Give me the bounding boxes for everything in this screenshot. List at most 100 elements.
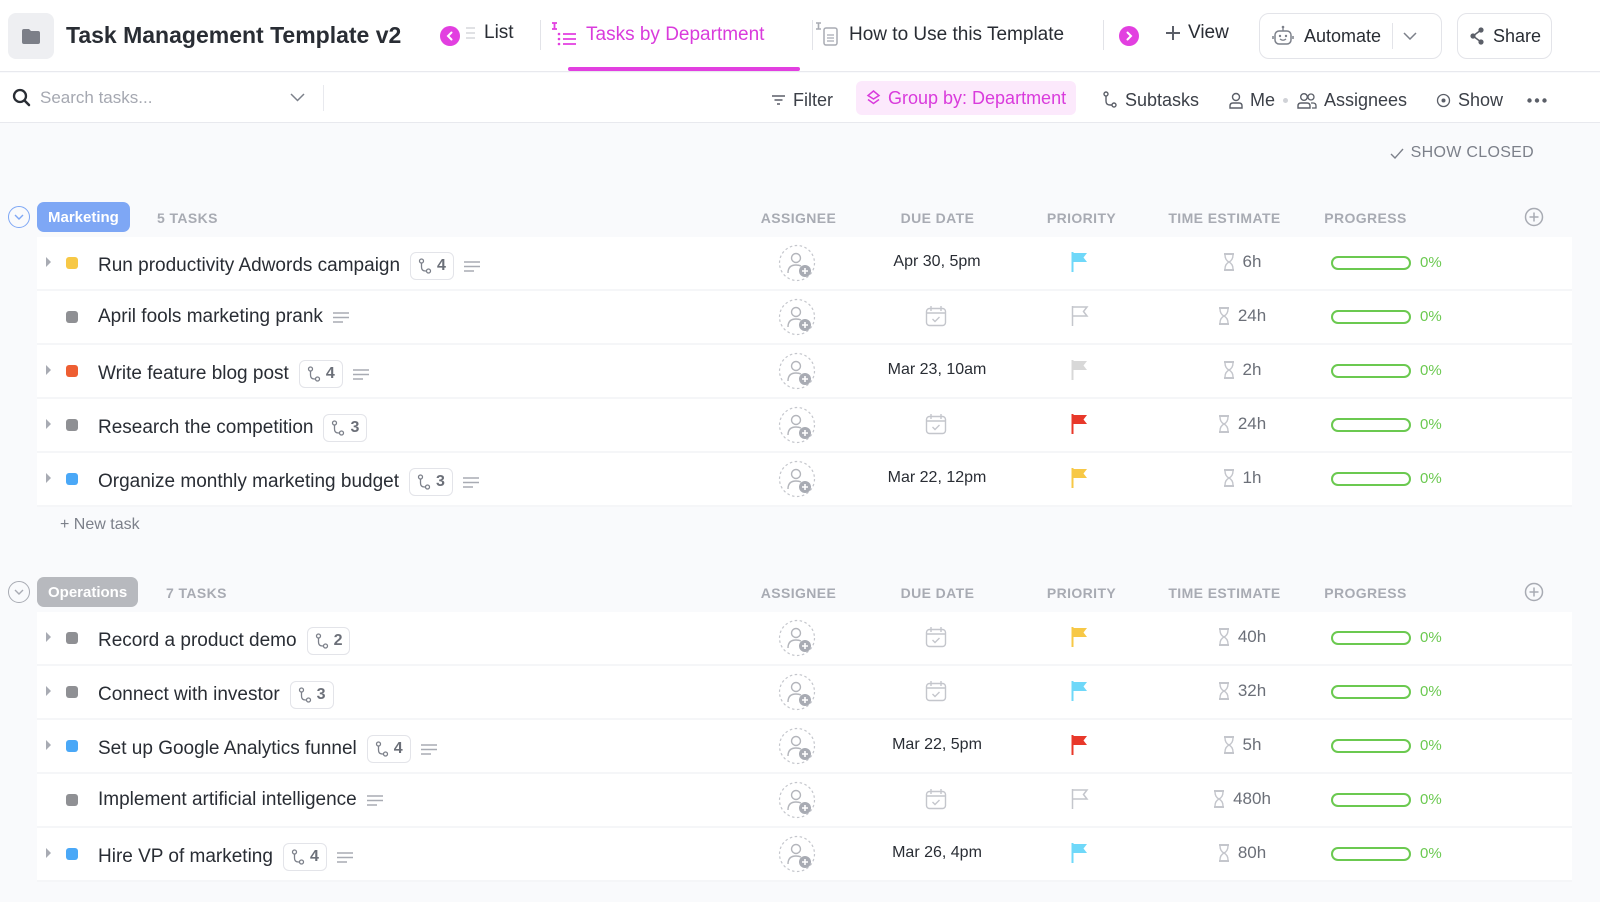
task-name-cell[interactable]: Organize monthly marketing budget 3 bbox=[98, 468, 479, 496]
task-name[interactable]: Record a product demo bbox=[98, 630, 297, 652]
column-header-priority[interactable]: PRIORITY bbox=[1024, 585, 1139, 601]
due-date[interactable]: Mar 23, 10am bbox=[857, 361, 1017, 379]
task-name[interactable]: Implement artificial intelligence bbox=[98, 789, 357, 811]
share-button[interactable]: Share bbox=[1457, 13, 1552, 59]
add-assignee-button[interactable] bbox=[778, 673, 816, 711]
set-due-date-button[interactable] bbox=[925, 305, 947, 332]
time-estimate[interactable]: 32h bbox=[1187, 681, 1297, 701]
more-options-button[interactable] bbox=[1527, 85, 1547, 115]
me-filter-button[interactable]: Me bbox=[1229, 85, 1275, 115]
group-by-button[interactable]: Group by: Department bbox=[856, 81, 1077, 115]
task-row[interactable]: Set up Google Analytics funnel 4 Mar 22, 5… bbox=[37, 720, 1572, 774]
subtask-count-badge[interactable]: 4 bbox=[282, 843, 327, 871]
status-indicator[interactable] bbox=[66, 365, 78, 377]
task-row[interactable]: April fools marketing prank 24h 0% bbox=[37, 291, 1572, 345]
status-indicator[interactable] bbox=[66, 257, 78, 269]
add-view-button[interactable]: View bbox=[1166, 22, 1229, 44]
due-date[interactable]: Mar 22, 12pm bbox=[857, 469, 1017, 487]
status-indicator[interactable] bbox=[66, 632, 78, 644]
expand-subtasks-toggle[interactable] bbox=[46, 257, 51, 267]
add-assignee-button[interactable] bbox=[778, 406, 816, 444]
task-name[interactable]: Research the competition bbox=[98, 417, 313, 439]
expand-subtasks-toggle[interactable] bbox=[46, 740, 51, 750]
task-name[interactable]: Run productivity Adwords campaign bbox=[98, 255, 400, 277]
task-name-cell[interactable]: Connect with investor 3 bbox=[98, 681, 334, 709]
time-estimate[interactable]: 2h bbox=[1187, 360, 1297, 380]
time-estimate[interactable]: 80h bbox=[1187, 843, 1297, 863]
add-assignee-button[interactable] bbox=[778, 352, 816, 390]
time-estimate[interactable]: 5h bbox=[1187, 735, 1297, 755]
tab-how-to-use[interactable]: How to Use this Template bbox=[815, 22, 1064, 48]
column-header-priority[interactable]: PRIORITY bbox=[1024, 210, 1139, 226]
show-button[interactable]: Show bbox=[1436, 85, 1503, 115]
folder-button[interactable] bbox=[8, 13, 54, 59]
status-indicator[interactable] bbox=[66, 686, 78, 698]
subtasks-button[interactable]: Subtasks bbox=[1102, 85, 1199, 115]
priority-flag[interactable] bbox=[1071, 413, 1089, 440]
automate-button[interactable]: Automate bbox=[1259, 13, 1442, 59]
status-indicator[interactable] bbox=[66, 794, 78, 806]
priority-flag[interactable] bbox=[1071, 251, 1089, 278]
time-estimate[interactable]: 6h bbox=[1187, 252, 1297, 272]
task-row[interactable]: Hire VP of marketing 4 Mar 26, 4pm 80h 0% bbox=[37, 828, 1572, 882]
task-name-cell[interactable]: Record a product demo 2 bbox=[98, 627, 351, 655]
collapse-group-button[interactable] bbox=[8, 206, 30, 228]
search-input[interactable] bbox=[40, 86, 290, 110]
tab-list[interactable]: List bbox=[466, 22, 514, 44]
subtask-count-badge[interactable]: 3 bbox=[323, 414, 368, 442]
set-due-date-button[interactable] bbox=[925, 626, 947, 653]
expand-subtasks-toggle[interactable] bbox=[46, 686, 51, 696]
priority-flag[interactable] bbox=[1071, 305, 1089, 332]
column-header-progress[interactable]: PROGRESS bbox=[1308, 210, 1423, 226]
add-assignee-button[interactable] bbox=[778, 727, 816, 765]
tab-tasks-by-department[interactable]: Tasks by Department bbox=[550, 22, 764, 48]
assignees-button[interactable]: Assignees bbox=[1297, 85, 1407, 115]
task-row[interactable]: Record a product demo 2 40h 0% bbox=[37, 612, 1572, 666]
status-indicator[interactable] bbox=[66, 419, 78, 431]
subtask-count-badge[interactable]: 4 bbox=[410, 252, 454, 280]
add-column-button[interactable] bbox=[1524, 582, 1544, 602]
status-indicator[interactable] bbox=[66, 848, 78, 860]
collapse-group-button[interactable] bbox=[8, 581, 30, 603]
scroll-tabs-left-button[interactable] bbox=[440, 26, 460, 46]
add-assignee-button[interactable] bbox=[778, 781, 816, 819]
due-date[interactable]: Mar 26, 4pm bbox=[857, 844, 1017, 862]
add-assignee-button[interactable] bbox=[778, 619, 816, 657]
scroll-tabs-right-button[interactable] bbox=[1119, 26, 1139, 46]
show-closed-toggle[interactable]: SHOW CLOSED bbox=[1390, 144, 1534, 162]
status-indicator[interactable] bbox=[66, 473, 78, 485]
priority-flag[interactable] bbox=[1071, 734, 1089, 761]
task-name[interactable]: April fools marketing prank bbox=[98, 306, 323, 328]
priority-flag[interactable] bbox=[1071, 842, 1089, 869]
time-estimate[interactable]: 24h bbox=[1187, 306, 1297, 326]
task-name[interactable]: Connect with investor bbox=[98, 684, 280, 706]
subtask-count-badge[interactable]: 2 bbox=[306, 627, 351, 655]
task-row[interactable]: Research the competition 3 24h 0% bbox=[37, 399, 1572, 453]
task-name-cell[interactable]: April fools marketing prank bbox=[98, 306, 349, 328]
priority-flag[interactable] bbox=[1071, 680, 1089, 707]
task-name-cell[interactable]: Set up Google Analytics funnel 4 bbox=[98, 735, 437, 763]
column-header-assignee[interactable]: ASSIGNEE bbox=[741, 210, 856, 226]
task-name[interactable]: Hire VP of marketing bbox=[98, 846, 273, 868]
subtask-count-badge[interactable]: 3 bbox=[289, 681, 334, 709]
time-estimate[interactable]: 1h bbox=[1187, 468, 1297, 488]
due-date[interactable]: Mar 22, 5pm bbox=[857, 736, 1017, 754]
new-task-button[interactable]: + New task bbox=[60, 516, 140, 534]
status-indicator[interactable] bbox=[66, 311, 78, 323]
priority-flag[interactable] bbox=[1071, 467, 1089, 494]
subtask-count-badge[interactable]: 3 bbox=[409, 468, 453, 496]
expand-subtasks-toggle[interactable] bbox=[46, 632, 51, 642]
set-due-date-button[interactable] bbox=[925, 788, 947, 815]
add-column-button[interactable] bbox=[1524, 207, 1544, 227]
column-header-assignee[interactable]: ASSIGNEE bbox=[741, 585, 856, 601]
expand-subtasks-toggle[interactable] bbox=[46, 365, 51, 375]
status-indicator[interactable] bbox=[66, 740, 78, 752]
column-header-due-date[interactable]: DUE DATE bbox=[880, 210, 995, 226]
column-header-time-estimate[interactable]: TIME ESTIMATE bbox=[1152, 585, 1297, 601]
expand-subtasks-toggle[interactable] bbox=[46, 419, 51, 429]
task-name[interactable]: Write feature blog post bbox=[98, 363, 289, 385]
column-header-time-estimate[interactable]: TIME ESTIMATE bbox=[1152, 210, 1297, 226]
set-due-date-button[interactable] bbox=[925, 413, 947, 440]
filter-button[interactable]: Filter bbox=[771, 85, 833, 115]
column-header-progress[interactable]: PROGRESS bbox=[1308, 585, 1423, 601]
